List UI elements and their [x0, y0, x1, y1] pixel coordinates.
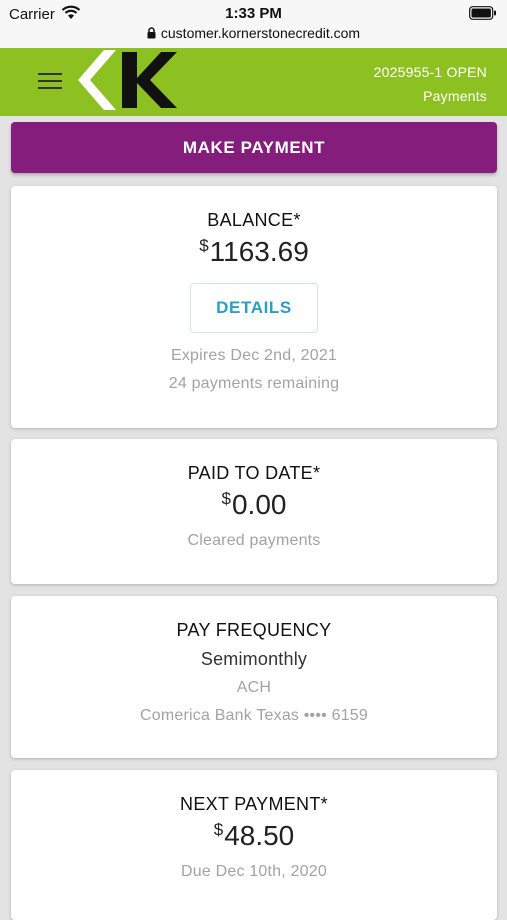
clock: 1:33 PM — [225, 5, 282, 22]
bank-account: Comerica Bank Texas •••• 6159 — [139, 707, 369, 724]
currency-symbol: $ — [199, 236, 209, 255]
balance-card: BALANCE* $1163.69 DETAILS Expires Dec 2n… — [11, 186, 497, 428]
next-payment-card: NEXT PAYMENT* $48.50 Due Dec 10th, 2020 — [11, 770, 497, 920]
kornerstone-logo[interactable] — [78, 50, 178, 115]
paid-to-date-amount: $0.00 — [11, 489, 497, 521]
status-bar: Carrier 1:33 PM customer.kornerstonecred… — [0, 0, 507, 48]
balance-title: BALANCE* — [207, 210, 301, 230]
currency-symbol: $ — [213, 820, 224, 839]
make-payment-button[interactable]: MAKE PAYMENT — [11, 122, 497, 173]
url-bar[interactable]: customer.kornerstonecredit.com — [0, 25, 507, 42]
pay-frequency-card: PAY FREQUENCY Semimonthly ACH Comerica B… — [11, 596, 497, 758]
pay-frequency-title: PAY FREQUENCY — [176, 620, 332, 640]
cleared-payments-note: Cleared payments — [187, 532, 321, 549]
expiry-date: Expires Dec 2nd, 2021 — [170, 347, 338, 364]
hamburger-menu-icon[interactable] — [38, 73, 62, 91]
url-text: customer.kornerstonecredit.com — [160, 25, 361, 41]
app-header: 2025955-1 OPEN Payments — [0, 48, 507, 116]
next-payment-due-date: Due Dec 10th, 2020 — [181, 863, 327, 880]
next-payment-title: NEXT PAYMENT* — [180, 794, 328, 814]
balance-amount: $1163.69 — [11, 236, 497, 268]
details-button[interactable]: DETAILS — [190, 283, 318, 333]
next-payment-amount: $48.50 — [11, 820, 497, 852]
paid-to-date-title: PAID TO DATE* — [187, 463, 321, 483]
page-title: Payments — [423, 88, 487, 104]
payment-method: ACH — [236, 679, 272, 696]
paid-to-date-card: PAID TO DATE* $0.00 Cleared payments — [11, 439, 497, 584]
account-status: 2025955-1 OPEN — [373, 64, 487, 80]
battery-icon — [469, 6, 497, 25]
balance-value: 1163.69 — [209, 236, 309, 267]
lock-icon — [147, 26, 156, 42]
paid-to-date-value: 0.00 — [231, 489, 287, 520]
pay-frequency-value: Semimonthly — [200, 649, 308, 669]
payments-remaining: 24 payments remaining — [168, 375, 340, 392]
currency-symbol: $ — [221, 489, 231, 508]
next-payment-value: 48.50 — [224, 820, 295, 851]
